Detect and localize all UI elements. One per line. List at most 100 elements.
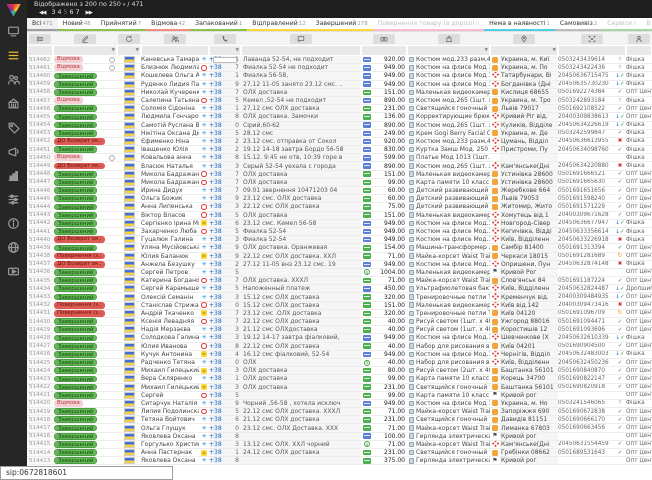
ttn-number-cell[interactable]: 20450636613955 [558,138,614,145]
delivery-address-cell[interactable]: Слов'янськ 84 [500,277,558,284]
client-phone-cell[interactable]: +38 [209,293,229,300]
delivery-address-cell[interactable]: Лиманка 67803 [500,424,558,431]
comment-cell[interactable]: 16.12 смс фіалковий, 52-54 [241,351,361,358]
column-filter-status-pencil[interactable]: ▼ [53,45,117,56]
ttn-number-cell[interactable]: 0501689531643 [558,449,614,456]
product-cell[interactable]: Детский развивающий констру [416,195,490,202]
client-phone-cell[interactable]: +38 [209,105,229,112]
product-cell[interactable]: Майка-корсет Waist Trainer *142 [416,441,490,448]
comment-cell[interactable]: 23.12 смс. ОЛХ доставка [241,195,361,202]
tab-всі[interactable]: Всі471 [27,18,58,31]
delivery-address-cell[interactable]: Богданівка (Дні [500,81,558,88]
product-cell[interactable]: Корректирующие брюки Hollyw [416,113,490,120]
column-filter-product-bag[interactable]: ▼ [407,45,490,56]
comment-cell[interactable]: 13.12 смс ОЛХ. ХХЛ чорний [241,441,361,448]
ttn-number-cell[interactable]: 20450632610339 [558,334,614,341]
client-phone-cell[interactable]: +38 [209,72,229,79]
order-row-514462[interactable]: 514462Відмова!Каневська Тамара ..✳+381Ла… [27,56,652,64]
column-header-phone[interactable] [209,32,241,45]
comment-cell[interactable]: 28.12 смс [241,130,361,137]
delivery-address-cell[interactable]: Устинівка 28600 [500,171,558,178]
ttn-number-cell[interactable]: 0501690663456 [558,424,614,431]
order-row-514447[interactable]: 514447ЗавершенийМикола Бадражан+387ОЛХ д… [27,179,652,187]
product-cell[interactable]: Платье Мод 1013 (1шт. x 599.00 [416,154,490,161]
delivery-address-cell[interactable]: Кривой рог [500,392,558,399]
ttn-number-cell[interactable]: 20450632483003 [558,351,614,358]
order-row-514435[interactable]: 514435ЗавершенийКатерина Богданова+387ОЛ… [27,277,652,285]
product-cell[interactable]: Костюм на флисе Мод.1014 (1ш [416,334,490,341]
order-row-514416[interactable]: 514416ЗавершенийЯковлева Оксана✳+388100.… [27,433,652,441]
sidebar-item-statistics-chart[interactable] [0,164,27,188]
filter-dropdown-arrow-icon[interactable]: ▼ [485,48,488,53]
comment-cell[interactable]: Фиалка 56-58, [241,72,361,79]
product-cell[interactable]: Детский развивающий констру [416,203,490,210]
comment-cell[interactable]: Фиалка 52-54 [241,228,361,235]
sidebar-item-video-tutorial[interactable] [0,260,27,284]
column-header-comment-chat[interactable] [241,32,361,45]
delivery-address-cell[interactable]: Кривой рог [500,457,558,464]
product-cell[interactable]: Карта памяти 10 класс - 32Гб *1 [416,179,490,186]
client-phone-cell[interactable]: +38 [209,285,229,292]
ttn-number-cell[interactable]: 0503243422436 [558,64,614,71]
app-logo[interactable] [0,0,27,20]
order-row-514430[interactable]: 514430ЗавершенийКсенія Левадняя+38722.12… [27,318,652,326]
order-row-514460[interactable]: 514460ЗавершенийКошелева Ольга Ар..✳+381… [27,72,652,80]
delivery-address-cell[interactable]: Київ, Відділенн [500,359,558,366]
ttn-number-cell[interactable]: 20450634098760 [558,146,614,153]
sidebar-item-contacts-people[interactable] [0,68,27,92]
comment-cell[interactable]: 22.12 смс ОЛХ доставка [241,318,361,325]
client-phone-cell[interactable]: +38 [209,220,229,227]
ttn-number-cell[interactable]: 0501690666170 [558,416,614,423]
ttn-number-cell[interactable]: 0501692274384 [558,89,614,96]
order-row-514426[interactable]: 514426ЗавершенийКучук Антонинаlc+38416.1… [27,351,652,359]
product-cell[interactable]: Маленькая видеокамера SQ8 * [416,212,490,219]
comment-cell[interactable]: 27.12 11-05 внз 23.12 смс. 19 [241,261,361,268]
product-cell[interactable]: Костюм на флисе Мод.1014 (1ш [416,261,490,268]
delivery-address-cell[interactable]: Житомир, Жито [500,203,558,210]
sidebar-item-orders-list[interactable] [0,44,27,68]
column-filter-phone[interactable]: ▼ [209,45,241,56]
comment-cell[interactable]: 27.12 смс ОЛХ доставка [241,105,361,112]
product-cell[interactable]: Костюм на флисе Мод 1014 (1ш [416,81,490,88]
order-row-514461[interactable]: 514461Відмова!Близнюк Людмила ..+387Фиал… [27,64,652,72]
delivery-address-cell[interactable]: Давидів 81151 [500,416,558,423]
tab-прийнятий[interactable]: Прийнятий7 [96,18,146,31]
delivery-address-cell[interactable]: Опришени, Пун [500,261,558,268]
column-filter-client-people[interactable] [141,45,209,56]
comment-cell[interactable] [241,433,361,440]
product-cell[interactable]: Костюм на флисе Мод 1014 (1ш [416,72,490,79]
order-row-514428[interactable]: 514428ЗавершенийСолодкова Галина В..✳+38… [27,334,652,342]
ttn-number-cell[interactable]: 20400309473416 [558,302,614,309]
column-header-delivery-pin[interactable] [490,32,558,45]
client-phone-cell[interactable]: +38 [209,203,229,210]
client-phone-cell[interactable]: +38 [209,253,229,260]
delivery-address-cell[interactable]: Київ від.142 [500,302,558,309]
order-row-514438[interactable]: 514438Повернення (з..Юлия Баланюкlc+3892… [27,253,652,261]
page-button-7[interactable]: 7 [75,9,81,16]
client-phone-cell[interactable]: +38 [209,146,229,153]
delivery-address-cell[interactable]: Новгород-Сівер [500,220,558,227]
client-phone-cell[interactable]: +38 [209,457,229,464]
delivery-address-cell[interactable]: Ужгород 88016 [500,318,558,325]
ttn-number-cell[interactable]: 0501692108522 [558,105,614,112]
client-phone-cell[interactable]: +38 [209,187,229,194]
client-phone-cell[interactable]: +38 [209,449,229,456]
comment-cell[interactable]: 22.12 смс ОЛХ доставка. ХХЛ [241,253,361,260]
product-cell[interactable]: Маленькая видеокамера SQ8 * [416,269,490,276]
delivery-address-cell[interactable]: Львів 79053 [500,195,558,202]
delivery-address-cell[interactable]: Запоріжжя 690 [500,408,558,415]
order-row-514434[interactable]: 514434ЗавершенийСергей Карамышев✳+385Нал… [27,285,652,293]
delivery-address-cell[interactable]: Черкаси 18015 [500,253,558,260]
ttn-number-cell[interactable]: 0501691665630 [558,179,614,186]
order-row-514451[interactable]: 514451ЗавершенийІващенко Юлія✳+38219.12 … [27,146,652,154]
comment-cell[interactable]: 22.12 смс ОЛХ доставка [241,343,361,350]
filter-dropdown-arrow-icon[interactable]: ▼ [136,48,139,53]
order-row-514445[interactable]: 514445ЗавершенийОльга Божик✳+38923.12 см… [27,195,652,203]
delivery-address-cell[interactable]: Корець 34700 [500,375,558,382]
client-phone-cell[interactable]: +38 [209,367,229,374]
order-row-514414[interactable]: 514414ЗавершенийАнна Пастернакlc+38124.1… [27,449,652,457]
product-cell[interactable]: Карта памяти 10 класс - 32Гб *1 [416,392,490,399]
product-cell[interactable]: Костюм на флисе Мод 1014 (1ш [416,400,490,407]
delivery-address-cell[interactable]: Устинівка 28600 [500,179,558,186]
product-cell[interactable]: Маленькая видеокамера SQ8 * [416,171,490,178]
